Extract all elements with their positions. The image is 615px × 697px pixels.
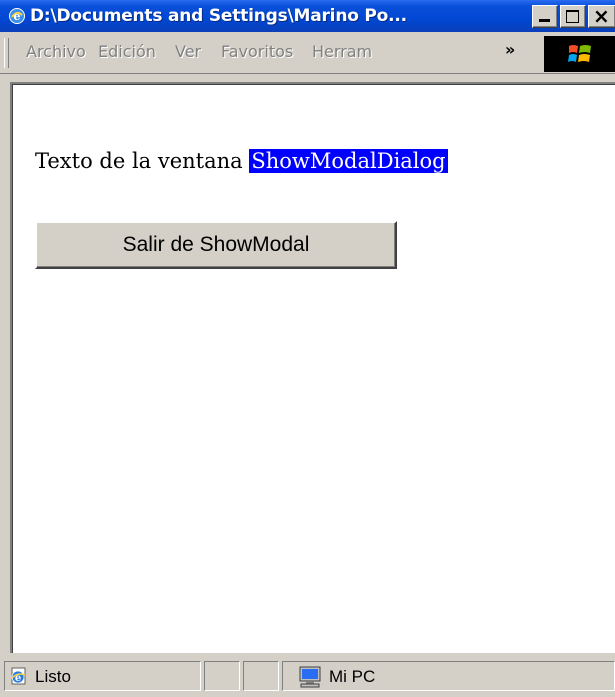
minimize-button[interactable] (532, 5, 558, 28)
close-icon: × (593, 4, 610, 28)
maximize-button[interactable] (560, 5, 586, 28)
status-bar: e Listo Mi PC (0, 655, 615, 697)
window-title: D:\Documents and Settings\Marino Po... (30, 6, 407, 26)
menu-herramientas[interactable]: Herram (312, 40, 382, 64)
ie-page-icon: e (11, 667, 26, 685)
maximize-icon (566, 10, 579, 23)
toolbar-grip[interactable] (4, 38, 9, 68)
menu-ver[interactable]: Ver (175, 40, 201, 64)
menu-favoritos[interactable]: Favoritos (221, 40, 293, 64)
close-button[interactable]: × (588, 5, 615, 28)
page-content: Texto de la ventana ShowModalDialog (10, 82, 615, 653)
page-text-label: Texto de la ventana (35, 149, 243, 173)
minimize-icon (539, 19, 550, 22)
menu-archivo[interactable]: Archivo (26, 40, 86, 64)
menu-bar: Archivo Edición Ver Favoritos Herram » (0, 32, 615, 74)
throbber (544, 36, 615, 72)
highlighted-text: ShowModalDialog (249, 149, 448, 173)
zone-label: Mi PC (329, 667, 376, 686)
status-panel-empty (204, 661, 240, 691)
svg-text:e: e (14, 10, 21, 23)
page-text: Texto de la ventana ShowModalDialog (35, 147, 448, 175)
windows-logo-icon (568, 45, 591, 62)
status-text: Listo (35, 667, 71, 686)
title-bar[interactable]: e D:\Documents and Settings\Marino Po...… (0, 0, 615, 32)
menu-overflow-chevron-icon[interactable]: » (505, 40, 515, 60)
exit-showmodal-button[interactable]: Salir de ShowModal (35, 221, 397, 269)
ie-icon: e (9, 8, 25, 24)
menu-edicion[interactable]: Edición (98, 40, 156, 64)
status-panel: e Listo (4, 661, 201, 691)
zone-panel[interactable]: Mi PC (282, 661, 615, 691)
status-panel-empty (243, 661, 279, 691)
computer-icon (299, 666, 321, 688)
